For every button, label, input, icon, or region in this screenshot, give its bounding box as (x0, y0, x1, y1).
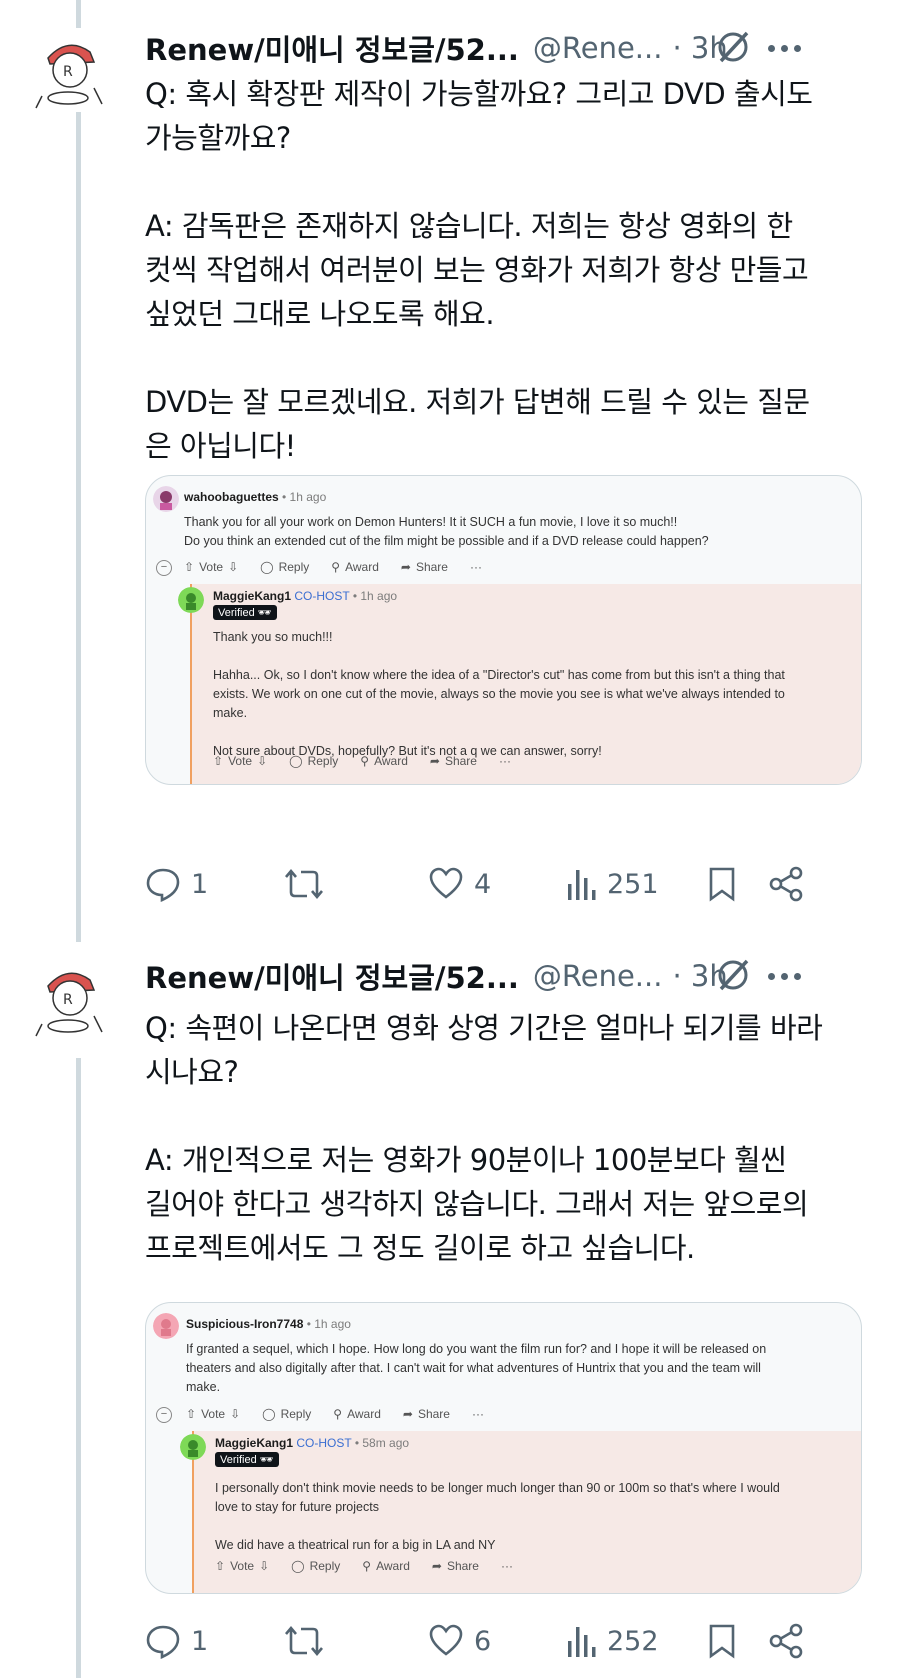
svg-text:R: R (63, 992, 73, 1008)
repost-button[interactable] (283, 1623, 325, 1659)
analytics-icon (568, 1627, 596, 1657)
award-label: Award (376, 1559, 410, 1573)
heart-icon (429, 1624, 463, 1656)
view-count: 252 (607, 1625, 659, 1657)
reply-button: ◯ Reply (262, 1407, 312, 1421)
embedded-screenshot[interactable]: Suspicious-Iron7748 • 1h ago If granted … (145, 1302, 862, 1594)
reply-text: I personally don't think movie needs to … (215, 1481, 780, 1552)
bookmark-icon (709, 1624, 735, 1659)
author-name[interactable]: Renew/미애니 정보글/52... (145, 955, 519, 997)
grok-icon[interactable] (713, 955, 753, 995)
share-label: Share (446, 1559, 479, 1573)
author-handle[interactable]: @Rene... (533, 959, 663, 993)
commenter-username: Suspicious-Iron7748 (186, 1317, 304, 1331)
comment-icon (146, 1625, 180, 1659)
views-button[interactable]: 252 (565, 1623, 659, 1659)
tweet-actions: 1 6 252 (145, 1623, 865, 1663)
comment-header: Suspicious-Iron7748 • 1h ago (186, 1317, 351, 1331)
award-button: ⚲ Award (362, 1559, 410, 1573)
collapse-icon: − (156, 1407, 172, 1423)
award-button: ⚲ Award (333, 1407, 381, 1421)
share-label: Share (417, 1407, 450, 1421)
vote-label: Vote (230, 1559, 255, 1573)
host-avatar (180, 1434, 206, 1460)
reply-label: Reply (309, 1559, 341, 1573)
tweet-header: Renew/미애니 정보글/52... @Rene... · 3h (145, 956, 728, 996)
vote-button: ⇧ Vote ⇩ (186, 1407, 241, 1421)
reply-label: Reply (280, 1407, 312, 1421)
comment-actions: ⇧ Vote ⇩ ◯ Reply ⚲ Award ➦ Share ··· (186, 1407, 484, 1421)
award-label: Award (347, 1407, 381, 1421)
more-label: ··· (500, 1559, 513, 1573)
repost-icon (285, 1625, 323, 1657)
reply-count: 1 (191, 1625, 209, 1657)
reply-button: ◯ Reply (291, 1559, 341, 1573)
like-count: 6 (474, 1625, 492, 1657)
share-button[interactable] (769, 1623, 803, 1659)
vote-button: ⇧ Vote ⇩ (215, 1559, 270, 1573)
reply-header: MaggieKang1 CO-HOST • 58m ago (215, 1436, 409, 1450)
tweet-text: Q: 속편이 나온다면 영화 상영 기간은 얼마나 되기를 바라 시나요? A:… (145, 1011, 823, 1265)
more-icon[interactable] (768, 970, 804, 982)
reply-actions: ⇧ Vote ⇩ ◯ Reply ⚲ Award ➦ Share ··· (215, 1559, 513, 1573)
like-button[interactable]: 6 (428, 1623, 491, 1659)
more-label: ··· (471, 1407, 484, 1421)
reply-button[interactable]: 1 (145, 1623, 208, 1659)
bookmark-button[interactable] (707, 1623, 737, 1659)
reply-username: MaggieKang1 (215, 1436, 294, 1450)
share-icon (769, 1623, 803, 1659)
reply-time: • 58m ago (351, 1436, 410, 1450)
verified-badge: Verified 🕶 (215, 1452, 279, 1467)
comment-time: • 1h ago (303, 1317, 351, 1331)
vote-label: Vote (201, 1407, 226, 1421)
cohost-badge: CO-HOST (296, 1436, 352, 1450)
comment-text: If granted a sequel, which I hope. How l… (186, 1342, 767, 1394)
avatar[interactable]: R (28, 956, 112, 1040)
commenter-avatar (153, 1313, 179, 1339)
share-button: ➦ Share (431, 1559, 479, 1573)
tweet[interactable]: R Renew/미애니 정보글/52... @Rene... · 3h Q: 속… (0, 0, 900, 1678)
share-button: ➦ Share (402, 1407, 450, 1421)
